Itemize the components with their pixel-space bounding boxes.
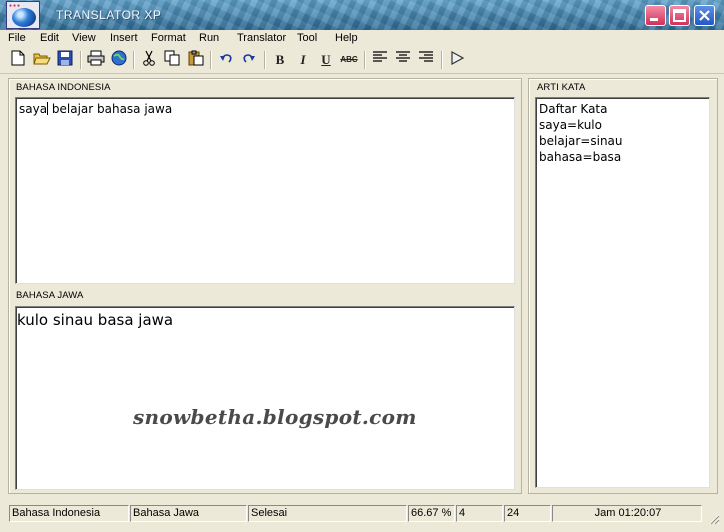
menu-file[interactable]: File <box>8 32 26 44</box>
status-state: Selesai <box>248 505 407 522</box>
window-title: TRANSLATOR XP <box>56 8 162 22</box>
status-target-lang: Bahasa Jawa <box>130 505 247 522</box>
web-button[interactable] <box>109 50 129 70</box>
align-left-button[interactable] <box>370 50 390 70</box>
print-button[interactable] <box>86 50 106 70</box>
undo-button[interactable] <box>216 50 236 70</box>
maximize-button[interactable] <box>669 5 690 26</box>
paste-button[interactable] <box>186 50 206 70</box>
menu-translator[interactable]: Translator <box>237 32 286 44</box>
run-button[interactable] <box>447 50 467 70</box>
dictionary-line: belajar=sinau <box>539 134 623 148</box>
menu-insert[interactable]: Insert <box>110 32 138 44</box>
dictionary-line: bahasa=basa <box>539 150 622 164</box>
dictionary-list[interactable]: Daftar Kata saya=kulo belajar=sinau baha… <box>535 97 710 488</box>
save-icon <box>57 50 73 66</box>
align-left-icon <box>373 51 387 62</box>
align-right-icon <box>419 51 433 62</box>
copy-icon <box>164 50 180 66</box>
toolbar: B I U ABC <box>0 47 724 74</box>
maximize-icon <box>673 9 686 22</box>
target-text-output[interactable]: kulo sinau basa jawa <box>15 306 515 490</box>
bold-icon[interactable]: B <box>270 50 290 70</box>
target-label: BAHASA JAWA <box>16 290 84 301</box>
status-count-a: 4 <box>456 505 503 522</box>
source-text-before-caret: saya <box>19 102 48 116</box>
scissors-icon <box>143 50 155 66</box>
italic-icon[interactable]: I <box>293 50 313 70</box>
status-clock: Jam 01:20:07 <box>552 505 702 522</box>
strikethrough-icon[interactable]: ABC <box>339 50 359 70</box>
status-source-lang: Bahasa Indonesia <box>9 505 129 522</box>
align-center-icon <box>396 51 410 62</box>
menu-view[interactable]: View <box>72 32 96 44</box>
resize-grip-icon[interactable] <box>708 513 720 525</box>
paste-icon <box>188 50 204 66</box>
open-button[interactable] <box>32 50 52 70</box>
dictionary-label: ARTI KATA <box>537 82 586 93</box>
redo-icon <box>243 54 255 63</box>
underline-icon[interactable]: U <box>316 50 336 70</box>
printer-icon <box>87 50 105 66</box>
dictionary-line: Daftar Kata <box>539 102 608 116</box>
align-center-button[interactable] <box>393 50 413 70</box>
new-file-icon <box>11 50 25 66</box>
copy-button[interactable] <box>162 50 182 70</box>
dictionary-line: saya=kulo <box>539 118 602 132</box>
new-file-button[interactable] <box>8 50 28 70</box>
minimize-icon <box>650 18 658 21</box>
menu-edit[interactable]: Edit <box>40 32 59 44</box>
menu-tool[interactable]: Tool <box>297 32 317 44</box>
title-bar[interactable]: ●●● TRANSLATOR XP <box>0 0 724 30</box>
minimize-button[interactable] <box>645 5 666 26</box>
close-button[interactable] <box>694 5 715 26</box>
menu-format[interactable]: Format <box>151 32 186 44</box>
menu-bar: File Edit View Insert Format Run Transla… <box>0 30 724 47</box>
menu-help[interactable]: Help <box>335 32 358 44</box>
status-count-b: 24 <box>504 505 551 522</box>
close-icon <box>699 10 710 21</box>
app-logo-icon[interactable]: ●●● <box>6 1 40 29</box>
redo-button[interactable] <box>239 50 259 70</box>
watermark-text: snowbetha.blogspot.com <box>133 405 417 429</box>
play-icon <box>451 50 465 66</box>
status-percent: 66.67 % <box>408 505 455 522</box>
save-button[interactable] <box>55 50 75 70</box>
status-bar: Bahasa Indonesia Bahasa Jawa Selesai 66.… <box>0 501 724 532</box>
globe-icon <box>111 50 127 66</box>
source-text-after-caret: belajar bahasa jawa <box>48 102 173 116</box>
source-label: BAHASA INDONESIA <box>16 82 111 93</box>
cut-button[interactable] <box>139 50 159 70</box>
undo-icon <box>220 54 232 63</box>
folder-open-icon <box>33 53 51 65</box>
menu-run[interactable]: Run <box>199 32 219 44</box>
source-text-input[interactable]: saya belajar bahasa jawa <box>15 97 515 284</box>
target-text: kulo sinau basa jawa <box>17 311 174 329</box>
align-right-button[interactable] <box>416 50 436 70</box>
